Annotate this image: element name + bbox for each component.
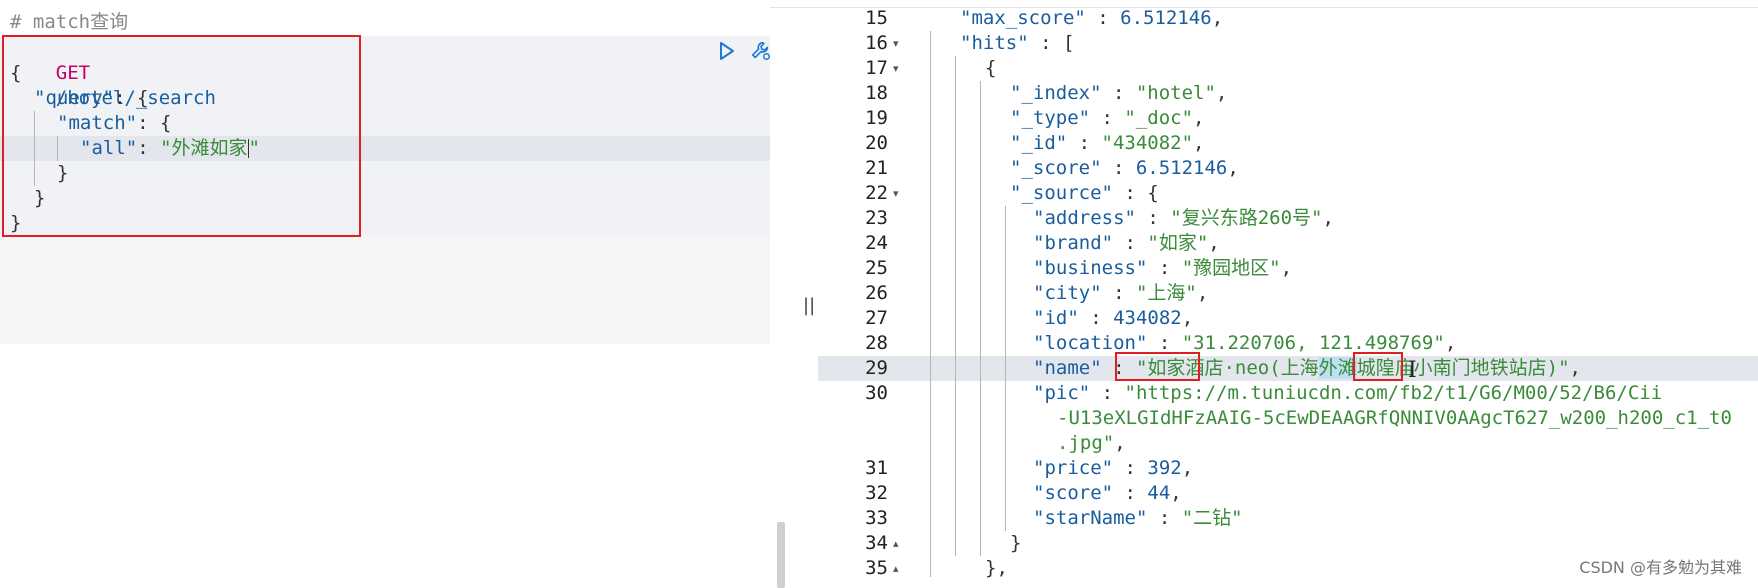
response-line: "_index" : "hotel",	[1010, 82, 1228, 104]
line-number: 27	[865, 307, 888, 329]
response-line: "_type" : "_doc",	[1010, 107, 1205, 129]
line-number: 16	[865, 32, 888, 54]
fold-arrow-icon[interactable]: ▾	[893, 31, 899, 56]
response-line: "starName" : "二钻"	[1033, 507, 1243, 529]
unfold-arrow-icon[interactable]: ▴	[893, 531, 899, 556]
line-number: 22	[865, 182, 888, 204]
indent-guide	[955, 56, 956, 556]
request-editor-pane[interactable]: # match查询 GET /hotel/_search { "query": …	[0, 0, 785, 588]
line-number: 21	[865, 157, 888, 179]
response-line: .jpg",	[1057, 432, 1126, 454]
editor-empty-area	[0, 236, 770, 344]
fold-arrow-icon[interactable]: ▾	[893, 181, 899, 206]
line-number: 20	[865, 132, 888, 154]
line-number: 15	[865, 7, 888, 29]
response-line: "hits" : [	[960, 32, 1075, 54]
response-line: },	[985, 557, 1008, 579]
play-icon[interactable]	[716, 40, 738, 62]
line-number: 25	[865, 257, 888, 279]
line-number: 31	[865, 457, 888, 479]
response-line: "price" : 392,	[1033, 457, 1194, 479]
line-number	[818, 406, 888, 431]
request-actions	[716, 40, 772, 62]
location-highlight-box	[1353, 352, 1403, 381]
response-line: -U13eXLGIdHFzAAIG-5cEwDEAAGRfQNNIV0AAgcT…	[1057, 407, 1732, 429]
line-number: 29	[865, 357, 888, 379]
response-line: "brand" : "如家",	[1033, 232, 1220, 254]
line-number: 18	[865, 82, 888, 104]
line-number: 23	[865, 207, 888, 229]
line-number: 24	[865, 232, 888, 254]
line-number: 30	[865, 382, 888, 404]
indent-guide	[930, 31, 931, 577]
response-line: "max_score" : 6.512146,	[960, 7, 1224, 29]
request-comment: # match查询	[10, 11, 129, 33]
brand-highlight-box	[1115, 352, 1200, 381]
response-line: "id" : 434082,	[1033, 307, 1194, 329]
line-number	[818, 431, 888, 456]
response-line: "address" : "复兴东路260号",	[1033, 207, 1334, 229]
text-cursor-icon: I	[1408, 358, 1417, 383]
line-number: 26	[865, 282, 888, 304]
response-line: "business" : "豫园地区",	[1033, 257, 1293, 279]
fold-arrow-icon[interactable]: ▾	[893, 56, 899, 81]
line-number: 19	[865, 107, 888, 129]
response-line: {	[985, 57, 997, 79]
wrench-icon[interactable]	[750, 40, 772, 62]
indent-guide	[980, 81, 981, 556]
line-number: 35	[865, 557, 888, 579]
response-line: "score" : 44,	[1033, 482, 1182, 504]
unfold-arrow-icon[interactable]: ▴	[893, 556, 899, 581]
request-highlight-box	[2, 35, 361, 237]
line-number: 28	[865, 332, 888, 354]
response-line: "_score" : 6.512146,	[1010, 157, 1239, 179]
scrollbar[interactable]	[777, 522, 785, 588]
line-number: 17	[865, 57, 888, 79]
response-line: "_source" : {	[1010, 182, 1159, 204]
response-line: "pic" : "https://m.tuniucdn.com/fb2/t1/G…	[1033, 382, 1663, 404]
watermark: CSDN @有多勉为其难	[1579, 558, 1742, 577]
response-line: "_id" : "434082",	[1010, 132, 1205, 154]
line-number: 33	[865, 507, 888, 529]
line-number: 32	[865, 482, 888, 504]
line-number: 34	[865, 532, 888, 554]
pane-resize-handle[interactable]: ||	[803, 295, 815, 316]
response-line: "city" : "上海",	[1033, 282, 1209, 304]
indent-guide	[1005, 206, 1006, 531]
response-line: }	[1010, 532, 1022, 554]
